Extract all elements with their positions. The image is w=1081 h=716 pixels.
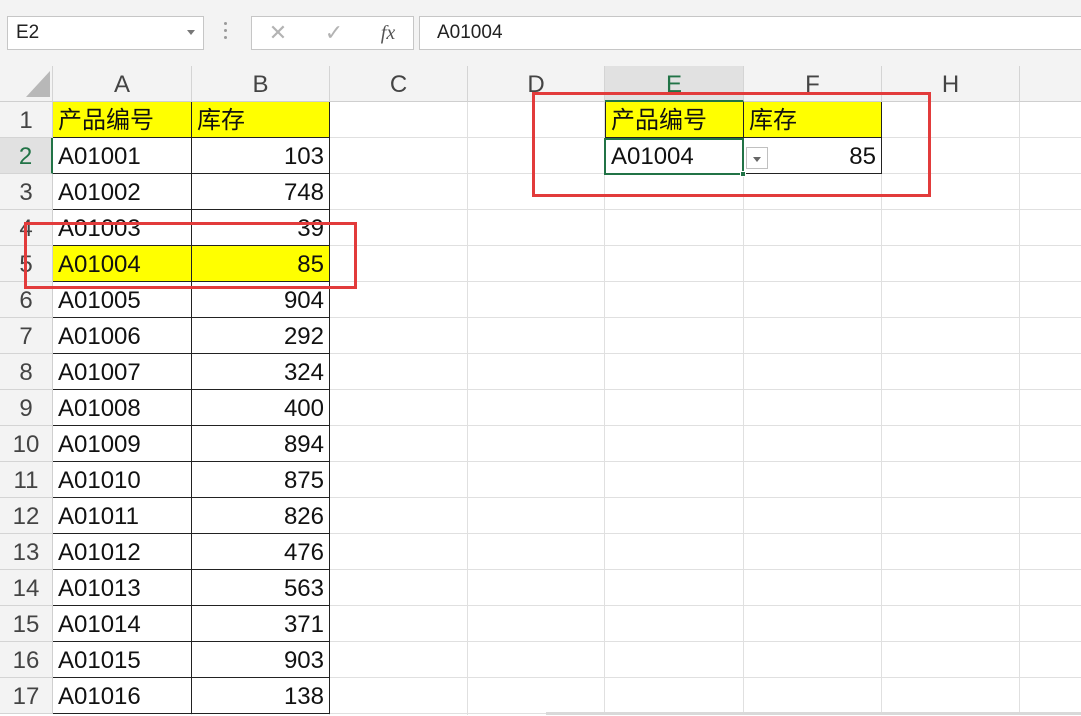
row-header[interactable]: 3 (0, 174, 53, 210)
enter-icon[interactable]: ✓ (314, 17, 354, 49)
more-options-icon[interactable] (224, 22, 228, 42)
highlight-box-row (24, 222, 357, 289)
row-header[interactable]: 11 (0, 462, 53, 498)
row-header[interactable]: 9 (0, 390, 53, 426)
column-header-b[interactable]: B (192, 66, 330, 102)
stock-cell[interactable]: 903 (192, 642, 330, 678)
product-id-cell[interactable]: A01010 (53, 462, 192, 498)
stock-cell[interactable]: 894 (192, 426, 330, 462)
stock-cell[interactable]: 292 (192, 318, 330, 354)
product-id-cell[interactable]: A01011 (53, 498, 192, 534)
column-header-c[interactable]: C (330, 66, 468, 102)
product-id-cell[interactable]: A01013 (53, 570, 192, 606)
stock-cell[interactable]: 563 (192, 570, 330, 606)
product-id-cell[interactable]: A01015 (53, 642, 192, 678)
name-box-value: E2 (16, 22, 40, 43)
stock-cell[interactable]: 400 (192, 390, 330, 426)
column-header-next[interactable] (1020, 66, 1081, 102)
cancel-icon[interactable]: ✕ (258, 17, 298, 49)
stock-cell[interactable]: 875 (192, 462, 330, 498)
row-header[interactable]: 8 (0, 354, 53, 390)
row-header[interactable]: 15 (0, 606, 53, 642)
table-header-cell[interactable]: 库存 (192, 102, 330, 138)
row-header[interactable]: 2 (0, 138, 53, 174)
product-id-cell[interactable]: A01002 (53, 174, 192, 210)
stock-cell[interactable]: 371 (192, 606, 330, 642)
product-id-cell[interactable]: A01001 (53, 138, 192, 174)
product-id-cell[interactable]: A01007 (53, 354, 192, 390)
stock-cell[interactable]: 138 (192, 678, 330, 714)
row-header[interactable]: 13 (0, 534, 53, 570)
row-header[interactable]: 14 (0, 570, 53, 606)
formula-input[interactable]: A01004 (419, 16, 1081, 50)
stock-cell[interactable]: 324 (192, 354, 330, 390)
table-header-cell[interactable]: 产品编号 (53, 102, 192, 138)
product-id-cell[interactable]: A01014 (53, 606, 192, 642)
stock-cell[interactable]: 476 (192, 534, 330, 570)
product-id-cell[interactable]: A01009 (53, 426, 192, 462)
stock-cell[interactable]: 748 (192, 174, 330, 210)
stock-cell[interactable]: 826 (192, 498, 330, 534)
row-header[interactable]: 10 (0, 426, 53, 462)
formula-buttons: ✕ ✓ fx (251, 16, 414, 50)
highlight-box-lookup (532, 92, 931, 197)
product-id-cell[interactable]: A01016 (53, 678, 192, 714)
row-header[interactable]: 12 (0, 498, 53, 534)
stock-cell[interactable]: 103 (192, 138, 330, 174)
insert-function-icon[interactable]: fx (368, 17, 408, 49)
row-header[interactable]: 16 (0, 642, 53, 678)
row-header[interactable]: 17 (0, 678, 53, 714)
product-id-cell[interactable]: A01008 (53, 390, 192, 426)
row-header[interactable]: 1 (0, 102, 53, 138)
column-header-a[interactable]: A (53, 66, 192, 102)
product-id-cell[interactable]: A01006 (53, 318, 192, 354)
select-all-icon (26, 71, 50, 97)
name-box[interactable]: E2 (7, 16, 204, 50)
row-header[interactable]: 7 (0, 318, 53, 354)
chevron-down-icon[interactable] (187, 30, 195, 35)
product-id-cell[interactable]: A01012 (53, 534, 192, 570)
